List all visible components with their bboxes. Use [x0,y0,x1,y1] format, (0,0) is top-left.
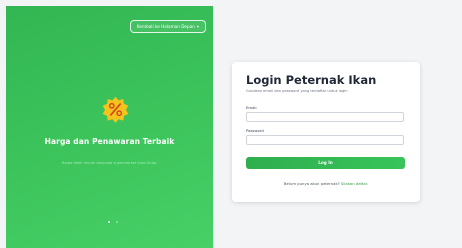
login-subtitle: Gunakan email dan password yang terdafta… [246,89,348,93]
email-label: Email [246,105,257,110]
promo-description: Harga lebih murah daripada supermarket l… [61,161,158,165]
login-card: Login Peternak Ikan Gunakan email dan pa… [232,62,420,202]
back-button-label: Kembali ke Halaman Depan [136,24,195,29]
email-field[interactable] [246,112,404,122]
carousel-dot-2[interactable] [116,221,118,223]
carousel-indicators [108,221,118,223]
login-title: Login Peternak Ikan [246,73,377,87]
password-field[interactable] [246,135,404,145]
register-link[interactable]: Silakan daftar. [341,181,368,186]
hero-panel: Kembali ke Halaman Depan ▾ Harga dan Pena… [6,6,213,248]
carousel-dot-1[interactable] [108,221,110,223]
promo-title: Harga dan Penawaran Terbaik [44,137,175,146]
percent-badge-icon [102,96,129,123]
register-prompt-text: Belum punya akun peternak? [283,181,340,186]
register-prompt: Belum punya akun peternak? Silakan dafta… [232,181,420,186]
back-to-home-button[interactable]: Kembali ke Halaman Depan ▾ [129,20,206,33]
chevron-down-icon: ▾ [196,24,199,29]
login-button[interactable]: Log In [246,157,405,169]
password-label: Password [246,128,264,133]
